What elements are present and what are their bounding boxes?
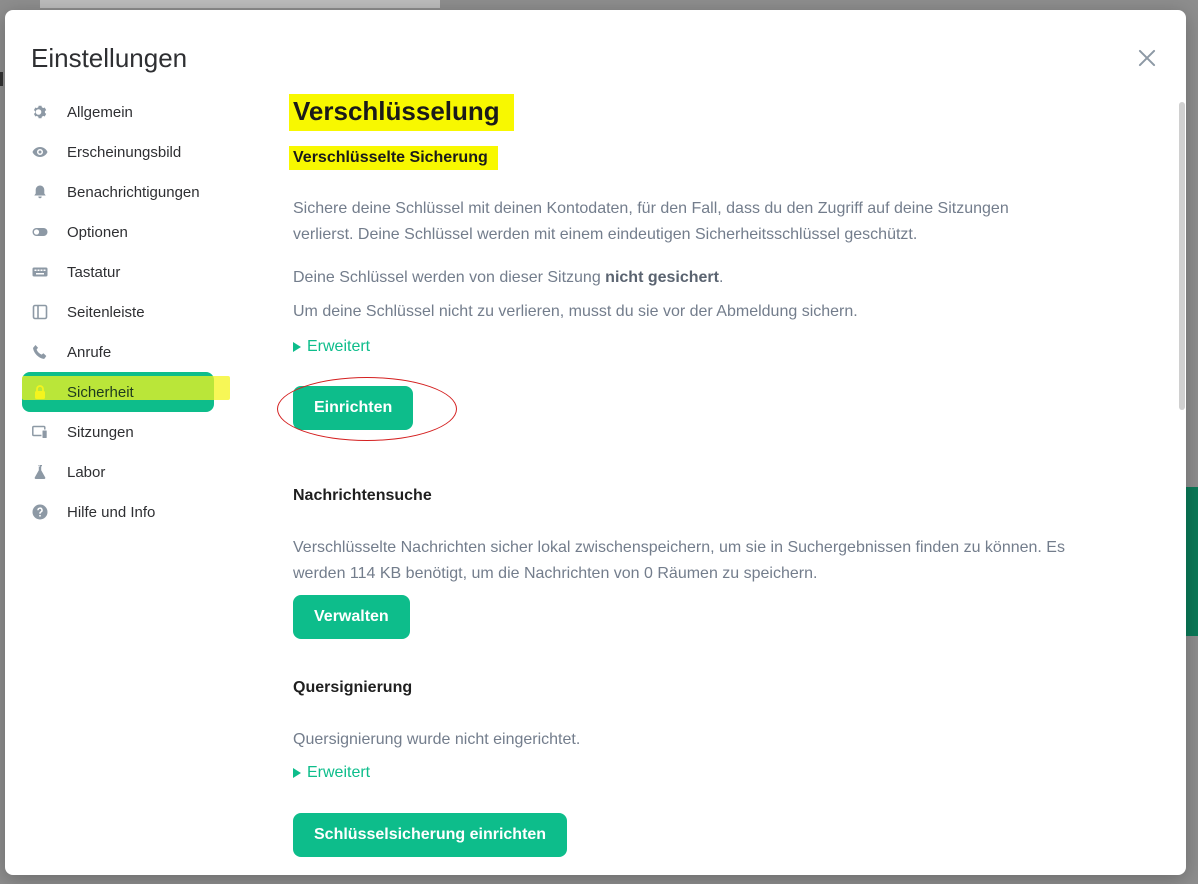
- sidebar-item-label: Sicherheit: [67, 383, 134, 401]
- sidebar-item-seitenleiste[interactable]: Seitenleiste: [22, 292, 222, 332]
- advanced-label: Erweitert: [307, 764, 371, 781]
- sidebar-item-label: Tastatur: [67, 263, 121, 281]
- backup-section-title: Verschlüsselte Sicherung: [293, 149, 488, 166]
- toggle-icon: [32, 224, 48, 240]
- background-topbar: [40, 0, 440, 8]
- cross-signing-advanced-toggle[interactable]: Erweitert: [293, 764, 370, 782]
- cross-signing-section-title: Quersignierung: [293, 679, 413, 696]
- cross-signing-description: Quersignierung wurde nicht eingerichtet.: [293, 731, 581, 748]
- sidebar-item-label: Labor: [67, 463, 106, 481]
- page-title: Verschlüsselung: [293, 96, 500, 126]
- background-fragment: [0, 72, 3, 86]
- sidebar-item-label: Seitenleiste: [67, 303, 145, 321]
- settings-sidebar: Allgemein Erscheinungsbild Benachrichtig…: [22, 92, 230, 532]
- setup-backup-button[interactable]: Einrichten: [293, 386, 414, 430]
- gear-icon: [32, 104, 48, 120]
- sidebar-item-sitzungen[interactable]: Sitzungen: [22, 412, 222, 452]
- devices-icon: [32, 424, 48, 440]
- search-description: Verschlüsselte Nachrichten sicher lokal …: [293, 539, 1065, 582]
- backup-hint: Um deine Schlüssel nicht zu verlieren, m…: [293, 303, 858, 320]
- sidebar-item-label: Anrufe: [67, 343, 112, 361]
- backup-advanced-toggle[interactable]: Erweitert: [293, 338, 370, 356]
- backup-status-text: Deine Schlüssel werden von dieser Sitzun…: [293, 269, 606, 286]
- backup-status-bold: nicht gesichert: [605, 269, 719, 286]
- sidebar-item-optionen[interactable]: Optionen: [22, 212, 222, 252]
- search-section-title: Nachrichtensuche: [293, 487, 432, 504]
- help-icon: [32, 504, 48, 520]
- bell-icon: [32, 184, 48, 200]
- sidebar-item-tastatur[interactable]: Tastatur: [22, 252, 222, 292]
- eye-icon: [32, 144, 48, 160]
- phone-icon: [32, 344, 48, 360]
- sidebar-item-hilfe-und-info[interactable]: Hilfe und Info: [22, 492, 222, 532]
- backup-description: Sichere deine Schlüssel mit deinen Konto…: [293, 200, 1009, 243]
- subtitle-highlight: Verschlüsselte Sicherung: [289, 146, 498, 170]
- sidebar-item-label: Erscheinungsbild: [67, 143, 182, 161]
- manage-search-button[interactable]: Verwalten: [293, 595, 410, 639]
- sidebar-item-label: Benachrichtigungen: [67, 183, 200, 201]
- sidebar-item-benachrichtigungen[interactable]: Benachrichtigungen: [22, 172, 222, 212]
- sidebar-item-anrufe[interactable]: Anrufe: [22, 332, 222, 372]
- settings-dialog: Einstellungen Allgemein Erscheinungsbild…: [5, 10, 1186, 875]
- triangle-right-icon: [293, 768, 301, 778]
- setup-key-backup-button[interactable]: Schlüsselsicherung einrichten: [293, 813, 568, 857]
- sidebar-item-label: Sitzungen: [67, 423, 134, 441]
- backup-status: Deine Schlüssel werden von dieser Sitzun…: [293, 265, 1073, 291]
- triangle-right-icon: [293, 342, 301, 352]
- keyboard-icon: [32, 264, 48, 280]
- sidebar-item-allgemein[interactable]: Allgemein: [22, 92, 222, 132]
- backup-status-suffix: .: [718, 269, 724, 286]
- sidebar-item-label: Allgemein: [67, 103, 133, 121]
- sidebar-item-label: Optionen: [67, 223, 128, 241]
- title-highlight: Verschlüsselung: [289, 94, 514, 131]
- background-button-fragment: [1186, 487, 1198, 636]
- lock-icon: [32, 384, 48, 400]
- flask-icon: [32, 464, 48, 480]
- sidebar-item-erscheinungsbild[interactable]: Erscheinungsbild: [22, 132, 222, 172]
- sidebar-item-sicherheit[interactable]: Sicherheit: [22, 372, 230, 412]
- advanced-label: Erweitert: [307, 338, 371, 355]
- content-scrollbar[interactable]: [1179, 102, 1185, 410]
- sidebar-item-label: Hilfe und Info: [67, 503, 156, 521]
- sidebar-icon: [32, 304, 48, 320]
- sidebar-item-labor[interactable]: Labor: [22, 452, 222, 492]
- dialog-title: Einstellungen: [31, 43, 188, 73]
- close-icon[interactable]: [1135, 46, 1159, 70]
